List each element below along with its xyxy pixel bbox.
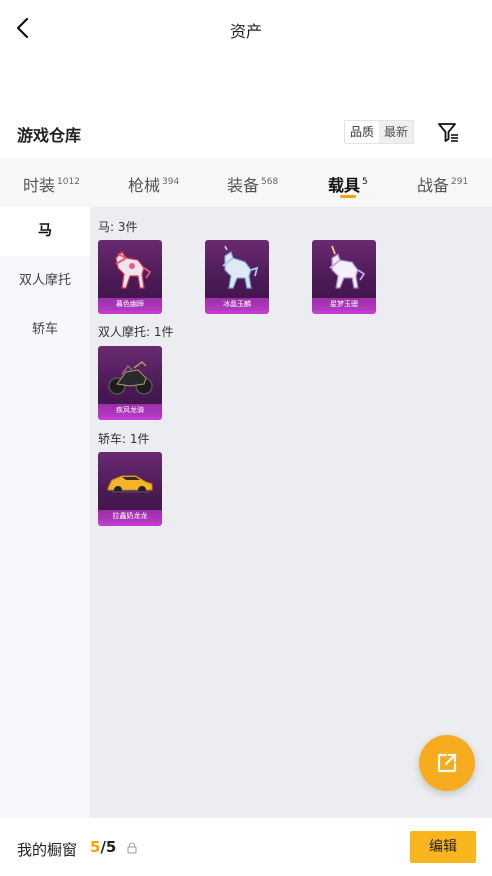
share-button[interactable]	[419, 735, 475, 791]
item-card[interactable]: 冰晶玉麟	[205, 240, 269, 314]
unicorn-image	[329, 245, 366, 289]
item-name: 疾风龙骑	[98, 404, 162, 417]
tab-equipment[interactable]: 装备 568	[227, 172, 278, 196]
car-image	[107, 475, 153, 494]
sort-toggle[interactable]: 品质 最新	[344, 120, 415, 144]
lock-icon	[127, 842, 137, 854]
group-label-motorcycle: 双人摩托: 1件	[98, 325, 174, 339]
group-label-horse: 马: 3件	[98, 220, 138, 234]
item-name: 星梦玉骢	[312, 298, 376, 311]
active-tab-indicator	[340, 195, 356, 198]
page-title: 资产	[229, 22, 262, 41]
tab-count: 5	[362, 177, 368, 187]
category-tabs: 时装 1012 枪械 394 装备 568 载具 5 战备 291	[0, 158, 492, 207]
tab-count: 568	[261, 177, 279, 187]
sidebar-item-horse[interactable]: 马	[0, 207, 90, 256]
edit-button[interactable]: 编辑	[410, 831, 476, 863]
sidebar-item-car[interactable]: 轿车	[0, 305, 90, 354]
horse-image	[115, 251, 152, 289]
warehouse-title: 游戏仓库	[17, 126, 82, 145]
tab-count: 291	[451, 177, 469, 187]
item-name: 暮色幽蹄	[98, 298, 162, 311]
vehicle-list: 马: 3件 暮色幽蹄 冰晶玉麟 星梦玉骢 双人摩托: 1件 疾风龙骑 轿车: 1…	[90, 207, 492, 818]
sort-option-quality[interactable]: 品质	[345, 121, 379, 143]
item-card[interactable]: 星梦玉骢	[312, 240, 376, 314]
item-name: 冰晶玉麟	[205, 298, 269, 311]
item-card[interactable]: 疾风龙骑	[98, 346, 162, 420]
tab-guns[interactable]: 枪械 394	[128, 172, 179, 196]
group-label-car: 轿车: 1件	[98, 432, 150, 446]
external-link-icon	[437, 753, 457, 773]
showcase-label: 我的橱窗	[17, 841, 78, 859]
sidebar-item-motorcycle[interactable]: 双人摩托	[0, 256, 90, 305]
top-bar: 资产	[0, 0, 492, 60]
vehicle-type-sidebar: 马 双人摩托 轿车	[0, 207, 90, 818]
motorcycle-image	[108, 361, 153, 395]
horse-image	[222, 245, 259, 289]
filter-icon[interactable]	[436, 120, 460, 144]
tab-count: 1012	[57, 177, 80, 187]
item-name: 拉鑫奶龙龙	[98, 510, 162, 523]
showcase-count-total: /5	[100, 838, 117, 856]
bottom-bar: 我的橱窗 5/5 编辑	[0, 818, 492, 876]
item-card[interactable]: 暮色幽蹄	[98, 240, 162, 314]
showcase-count: 5/5	[90, 838, 116, 856]
showcase-count-current: 5	[90, 838, 101, 856]
tab-fashion[interactable]: 时装 1012	[23, 172, 80, 196]
tab-supplies[interactable]: 战备 291	[417, 172, 468, 196]
item-card[interactable]: 拉鑫奶龙龙	[98, 452, 162, 526]
tab-count: 394	[162, 177, 180, 187]
sort-option-latest[interactable]: 最新	[379, 121, 414, 143]
tab-vehicles[interactable]: 载具 5	[328, 172, 368, 196]
